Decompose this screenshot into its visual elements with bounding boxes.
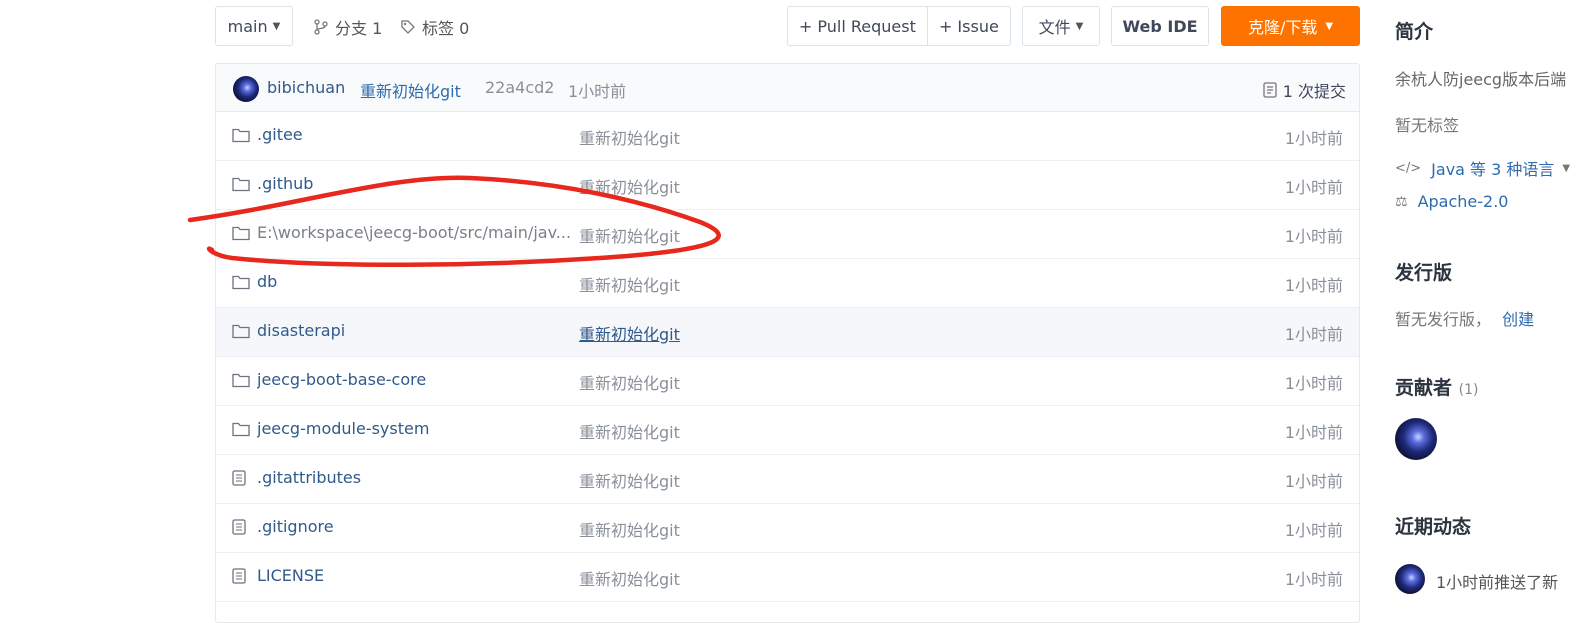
release-info: 暂无发行版， 创建 [1395,310,1535,329]
contributors-title: 贡献者 (1) [1395,377,1479,399]
activity-text: 1小时前推送了新 [1436,573,1559,592]
intro-title: 简介 [1395,21,1434,43]
code-icon: </> [1395,160,1422,176]
activity-avatar[interactable] [1395,564,1425,594]
language-info[interactable]: </> Java 等 3 种语言 ▼ [1395,156,1570,180]
scale-icon: ⚖ [1395,193,1408,210]
create-release-link[interactable]: 创建 [1502,310,1534,329]
chevron-down-icon: ▼ [1562,162,1571,174]
activity-title: 近期动态 [1395,516,1472,538]
license-info[interactable]: ⚖ Apache-2.0 [1395,192,1508,211]
no-tags-text: 暂无标签 [1395,116,1460,135]
contributor-avatar[interactable] [1395,418,1437,460]
intro-text: 余杭人防jeecg版本后端 [1395,70,1567,89]
red-annotation-circle [187,175,721,268]
release-title: 发行版 [1395,262,1453,284]
